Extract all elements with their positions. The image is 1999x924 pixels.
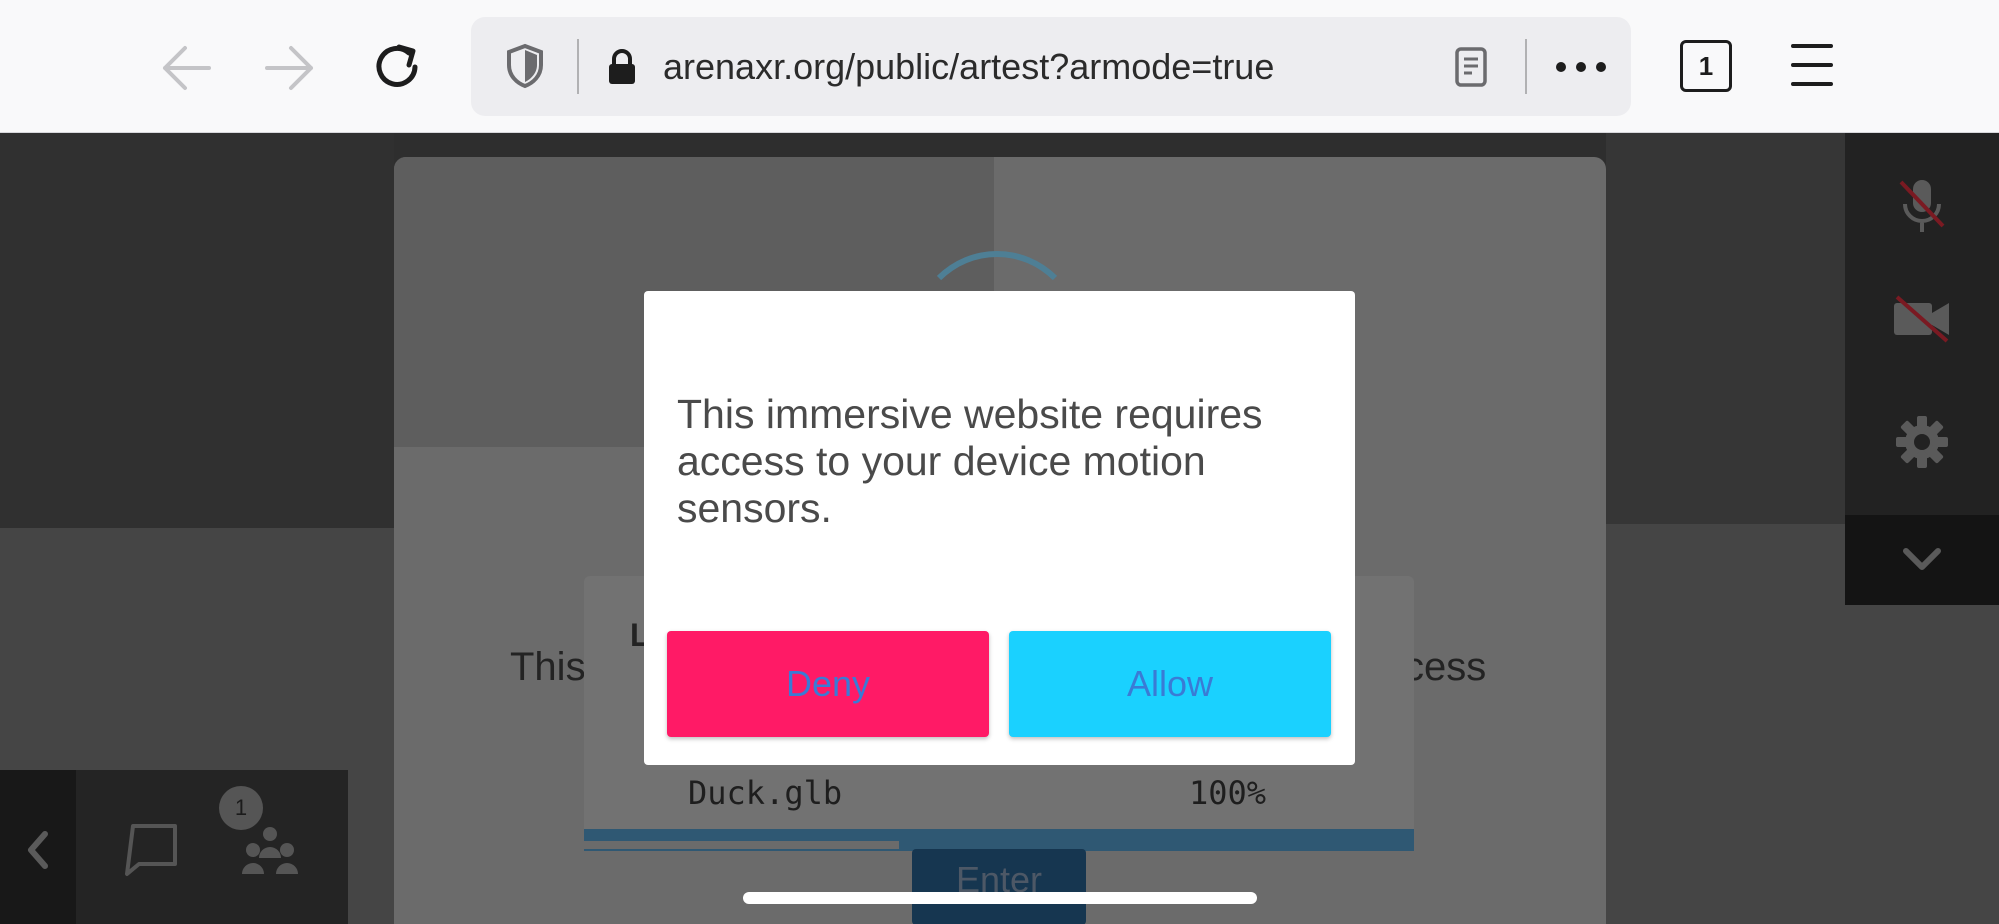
user-count-badge: 1: [219, 786, 263, 830]
media-controls-panel: [1845, 133, 1999, 515]
lock-icon[interactable]: [605, 47, 639, 87]
url-separator-2: [1525, 39, 1527, 94]
deny-button[interactable]: Deny: [667, 631, 989, 737]
hamburger-menu-icon[interactable]: [1790, 40, 1834, 90]
users-icon[interactable]: [238, 822, 302, 882]
behind-message-left: This: [510, 645, 586, 689]
gear-icon[interactable]: [1889, 409, 1955, 475]
side-menu-panel: [0, 770, 348, 924]
chat-icon[interactable]: [122, 820, 182, 880]
chevron-left-icon[interactable]: [0, 770, 76, 924]
url-text[interactable]: arenaxr.org/public/artest?armode=true: [663, 17, 1274, 116]
loading-file-percent: 100%: [1189, 774, 1267, 812]
enter-button[interactable]: Enter: [912, 849, 1086, 924]
loading-file-name: Duck.glb: [688, 774, 843, 812]
reader-view-icon[interactable]: [1451, 45, 1491, 89]
loading-progress-fill: [584, 841, 899, 849]
home-indicator[interactable]: [743, 892, 1257, 904]
background-panel: [1606, 133, 1845, 524]
behind-message-right: cess: [1404, 645, 1487, 689]
browser-toolbar: arenaxr.org/public/artest?armode=true 1: [0, 0, 1999, 133]
more-dots-icon[interactable]: [1553, 47, 1609, 87]
url-separator: [577, 39, 579, 94]
shield-icon[interactable]: [503, 41, 547, 91]
forward-arrow-icon[interactable]: [262, 40, 318, 96]
back-arrow-icon[interactable]: [158, 40, 214, 96]
permission-dialog: This immersive website requires access t…: [644, 291, 1355, 765]
video-off-icon[interactable]: [1889, 285, 1955, 351]
background-panel: [0, 133, 394, 528]
reload-icon[interactable]: [366, 36, 428, 98]
arena-page: This cess L Duck.glb 100% Enter 1 This i…: [0, 133, 1999, 924]
url-bar[interactable]: arenaxr.org/public/artest?armode=true: [471, 17, 1631, 116]
tabs-icon[interactable]: 1: [1680, 40, 1732, 92]
dialog-message: This immersive website requires access t…: [677, 391, 1263, 531]
mic-off-icon[interactable]: [1889, 173, 1955, 239]
allow-button[interactable]: Allow: [1009, 631, 1331, 737]
chevron-down-icon[interactable]: [1845, 515, 1999, 605]
